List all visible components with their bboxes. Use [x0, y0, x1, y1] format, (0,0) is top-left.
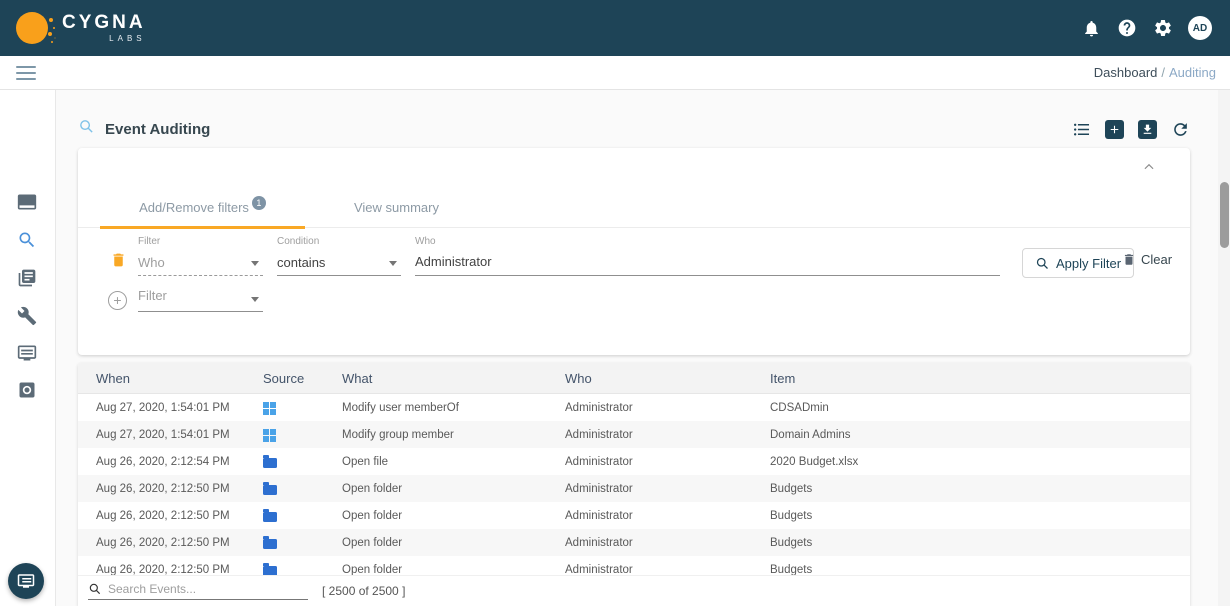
source-folder-icon	[263, 485, 277, 495]
news-widget-button[interactable]	[8, 563, 44, 599]
table-row[interactable]: Aug 26, 2020, 2:12:50 PM Open folder Adm…	[78, 529, 1190, 556]
table-row[interactable]: Aug 26, 2020, 2:12:54 PM Open file Admin…	[78, 448, 1190, 475]
collapse-panel-icon[interactable]	[1142, 160, 1158, 176]
breadcrumb: Dashboard/Auditing	[1094, 65, 1216, 80]
table-row[interactable]: Aug 26, 2020, 2:12:50 PM Open folder Adm…	[78, 556, 1190, 575]
sidebar-item-tools[interactable]	[17, 306, 39, 328]
sidebar-item-deploy[interactable]	[17, 380, 39, 402]
table-footer: [ 2500 of 2500 ]	[78, 575, 1190, 606]
search-events-field[interactable]	[88, 582, 308, 600]
sidebar	[0, 90, 56, 606]
sidebar-item-reports[interactable]	[17, 268, 39, 290]
chevron-down-icon	[251, 297, 259, 302]
breadcrumb-dashboard[interactable]: Dashboard	[1094, 65, 1158, 80]
table-row[interactable]: Aug 27, 2020, 1:54:01 PM Modify user mem…	[78, 394, 1190, 421]
new-filter-select[interactable]: Filter	[138, 288, 263, 312]
filter-panel: Add/Remove filters 1 View summary Filter…	[78, 148, 1190, 355]
table-row[interactable]: Aug 26, 2020, 2:12:50 PM Open folder Adm…	[78, 502, 1190, 529]
source-folder-icon	[263, 566, 277, 576]
sidebar-item-dashboard[interactable]	[17, 192, 39, 214]
search-events-input[interactable]	[108, 582, 308, 596]
breadcrumb-auditing[interactable]: Auditing	[1169, 65, 1216, 80]
chevron-down-icon	[389, 261, 397, 266]
filter-tabs: Add/Remove filters 1 View summary	[78, 194, 1190, 228]
export-icon[interactable]	[1138, 120, 1157, 139]
user-avatar[interactable]: AD	[1188, 16, 1212, 40]
search-icon	[1035, 256, 1050, 271]
sidebar-item-search[interactable]	[17, 230, 39, 252]
source-windows-icon	[263, 429, 269, 435]
source-folder-icon	[263, 512, 277, 522]
add-icon[interactable]	[1105, 120, 1124, 139]
events-table: When Source What Who Item Aug 27, 2020, …	[78, 363, 1190, 606]
col-who[interactable]: Who	[565, 371, 770, 386]
list-view-icon[interactable]	[1072, 120, 1091, 139]
notifications-icon[interactable]	[1080, 17, 1102, 39]
sidebar-item-console[interactable]	[17, 343, 39, 365]
apply-filter-button[interactable]: Apply Filter	[1022, 248, 1134, 278]
menu-toggle-icon[interactable]	[16, 62, 36, 84]
table-body: Aug 27, 2020, 1:54:01 PM Modify user mem…	[78, 394, 1190, 575]
source-windows-icon	[263, 402, 269, 408]
who-value-field[interactable]: Who	[415, 236, 1000, 276]
clear-button[interactable]: Clear	[1122, 252, 1172, 267]
remove-filter-icon[interactable]	[110, 251, 128, 271]
who-input[interactable]	[415, 254, 1000, 269]
filter-count-badge: 1	[252, 196, 266, 210]
col-source[interactable]: Source	[263, 371, 342, 386]
table-header: When Source What Who Item	[78, 363, 1190, 394]
add-filter-icon[interactable]: +	[108, 291, 127, 310]
refresh-icon[interactable]	[1171, 120, 1190, 139]
col-item[interactable]: Item	[770, 371, 1190, 386]
trash-icon	[1122, 252, 1136, 267]
table-row[interactable]: Aug 26, 2020, 2:12:50 PM Open folder Adm…	[78, 475, 1190, 502]
col-what[interactable]: What	[342, 371, 565, 386]
cygna-logo-icon	[16, 12, 48, 44]
chevron-down-icon	[251, 261, 259, 266]
page-scrollbar[interactable]	[1218, 90, 1230, 606]
settings-icon[interactable]	[1152, 17, 1174, 39]
active-tab-indicator	[100, 226, 305, 229]
condition-select[interactable]: Condition contains	[277, 236, 401, 276]
brand-logo[interactable]: CYGNA LABS	[16, 12, 146, 44]
help-icon[interactable]	[1116, 17, 1138, 39]
app-header: CYGNA LABS AD	[0, 0, 1230, 56]
search-icon	[88, 582, 102, 596]
brand-sub: LABS	[62, 35, 146, 43]
tab-add-remove-filters[interactable]: Add/Remove filters 1	[100, 194, 305, 228]
console-icon	[17, 572, 35, 590]
event-auditing-icon	[78, 118, 95, 140]
filter-type-select[interactable]: Filter Who	[138, 236, 263, 276]
brand-name: CYGNA	[62, 13, 146, 32]
event-count: [ 2500 of 2500 ]	[322, 584, 405, 598]
page-title: Event Auditing	[105, 121, 210, 138]
table-row[interactable]: Aug 27, 2020, 1:54:01 PM Modify group me…	[78, 421, 1190, 448]
source-folder-icon	[263, 539, 277, 549]
source-folder-icon	[263, 458, 277, 468]
tab-view-summary[interactable]: View summary	[305, 194, 488, 228]
scrollbar-thumb[interactable]	[1220, 182, 1229, 248]
subheader: Dashboard/Auditing	[0, 56, 1230, 90]
col-when[interactable]: When	[96, 371, 263, 386]
